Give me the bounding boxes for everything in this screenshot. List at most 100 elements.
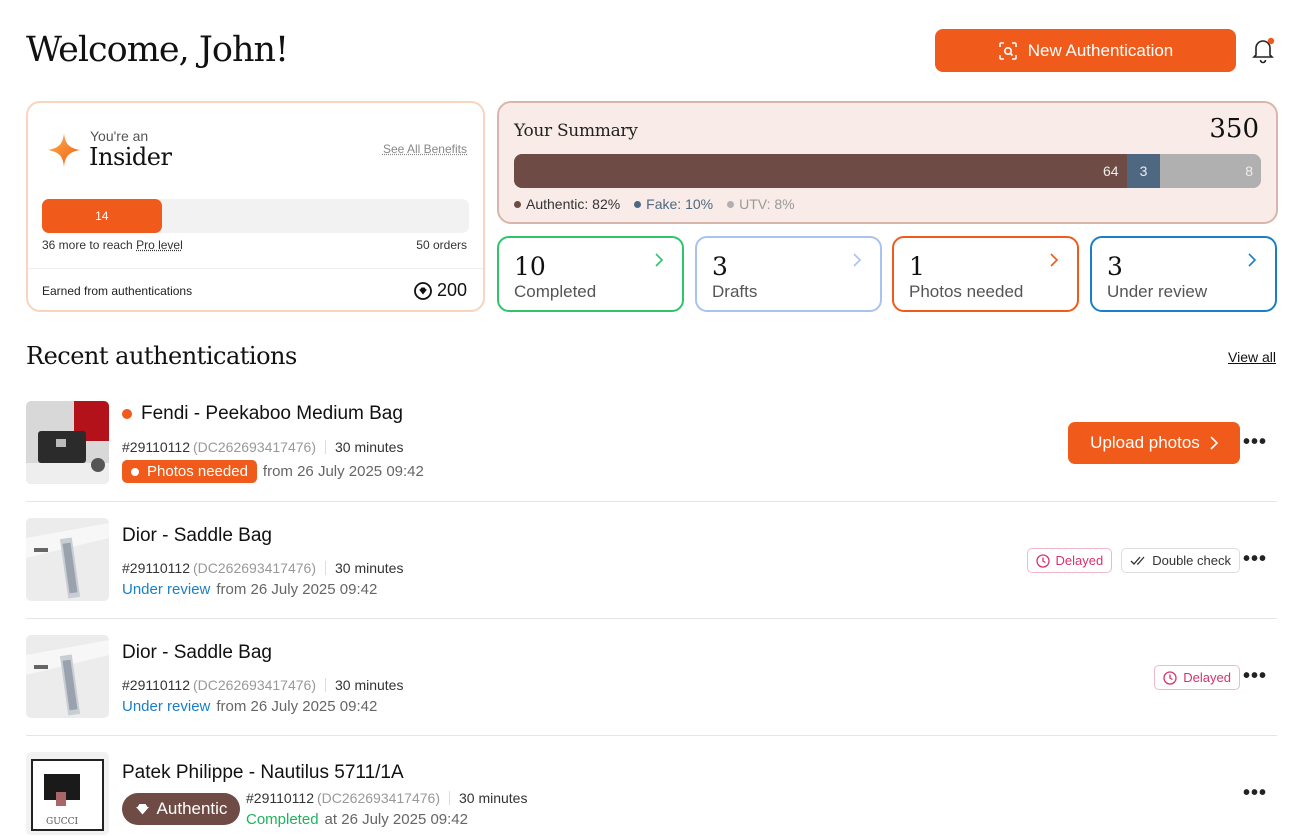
summary-legend: Authentic: 82% Fake: 10% UTV: 8%: [514, 196, 795, 212]
dc-code: (DC262693417476): [317, 790, 440, 806]
product-thumbnail: GUCCI: [26, 752, 109, 835]
status-text[interactable]: Under review: [122, 581, 210, 598]
product-name-text: Patek Philippe - Nautilus 5711/1A: [122, 762, 404, 783]
fake-segment: 3: [1126, 154, 1161, 188]
stat-number: 3: [712, 252, 728, 281]
status-line: Completed at 26 July 2025 09:42: [246, 811, 468, 828]
summary-label: Your Summary: [514, 121, 638, 141]
new-authentication-label: New Authentication: [1027, 40, 1174, 60]
elapsed-time: 30 minutes: [458, 790, 528, 806]
orders-target: 50 orders: [416, 238, 467, 252]
list-item[interactable]: Dior - Saddle Bag #29110112 (DC2626934174…: [26, 518, 1277, 619]
sparkle-icon: [48, 133, 80, 167]
elapsed-time: 30 minutes: [334, 439, 404, 455]
elapsed-time: 30 minutes: [334, 560, 404, 576]
order-meta: #29110112 (DC262693417476) 30 minutes: [122, 677, 403, 693]
legend-authentic: Authentic: 82%: [514, 196, 620, 212]
row-tags: Delayed Double check: [1026, 548, 1240, 573]
stat-label: Photos needed: [909, 282, 1024, 301]
reach-text: 36 more to reach Pro level: [42, 238, 183, 252]
legend-utv: UTV: 8%: [727, 196, 795, 212]
insider-prefix: You're an: [90, 128, 149, 144]
more-options-button[interactable]: •••: [1243, 431, 1267, 454]
points-value: 200: [436, 280, 467, 300]
row-divider: [26, 735, 1277, 736]
product-thumbnail: [26, 635, 109, 718]
stat-number: 10: [514, 252, 546, 281]
see-all-benefits-link[interactable]: See All Benefits: [383, 142, 467, 156]
dc-code: (DC262693417476): [193, 439, 316, 455]
product-thumbnail: [26, 518, 109, 601]
stat-label: Completed: [514, 282, 597, 301]
more-options-button[interactable]: •••: [1243, 782, 1267, 805]
status-date: from 26 July 2025 09:42: [216, 698, 378, 715]
list-item[interactable]: GUCCI Patek Philippe - Nautilus 5711/1A …: [26, 752, 1277, 836]
row-divider: [26, 501, 1277, 502]
status-text[interactable]: Completed: [246, 811, 319, 828]
row-tags: Delayed: [1154, 665, 1240, 690]
upload-photos-label: Upload photos: [1090, 433, 1200, 452]
chevron-right-icon: [1050, 253, 1059, 267]
list-item[interactable]: Fendi - Peekaboo Medium Bag #29110112 (DC…: [26, 401, 1277, 502]
stat-number: 1: [909, 252, 925, 281]
stat-photos-needed[interactable]: 1 Photos needed: [892, 236, 1079, 312]
upload-photos-button[interactable]: Upload photos: [1068, 422, 1240, 464]
authentic-segment: 64: [514, 154, 1127, 188]
row-divider: [26, 618, 1277, 619]
divider: [28, 268, 483, 269]
dc-code: (DC262693417476): [193, 560, 316, 576]
product-name: Dior - Saddle Bag: [122, 642, 272, 664]
status-text[interactable]: Under review: [122, 698, 210, 715]
dc-code: (DC262693417476): [193, 677, 316, 693]
legend-utv-label: UTV: 8%: [739, 196, 795, 212]
product-name: Dior - Saddle Bag: [122, 525, 272, 547]
stat-under-review[interactable]: 3 Under review: [1090, 236, 1277, 312]
double-check-label: Double check: [1152, 553, 1231, 568]
delayed-tag: Delayed: [1154, 665, 1240, 690]
bell-icon[interactable]: [1250, 36, 1276, 64]
delayed-label: Delayed: [1055, 553, 1104, 568]
svg-text:GUCCI: GUCCI: [46, 817, 79, 827]
product-name: Patek Philippe - Nautilus 5711/1A: [122, 762, 404, 784]
elapsed-time: 30 minutes: [334, 677, 404, 693]
legend-fake: Fake: 10%: [634, 196, 713, 212]
stat-label: Drafts: [712, 282, 758, 301]
clock-alert-icon: [1163, 670, 1177, 685]
chevron-right-icon: [1248, 253, 1257, 267]
stat-number: 3: [1107, 252, 1123, 281]
status-line: Photos needed from 26 July 2025 09:42: [122, 460, 424, 483]
pro-level-link[interactable]: Pro level: [136, 238, 183, 252]
more-options-button[interactable]: •••: [1243, 548, 1267, 571]
diamond-coin-icon: [414, 281, 432, 300]
insider-tier: Insider: [89, 143, 172, 171]
summary-total: 350: [1209, 114, 1259, 144]
product-name-text: Dior - Saddle Bag: [122, 642, 272, 663]
stat-completed[interactable]: 10 Completed: [497, 236, 684, 312]
order-meta: #29110112 (DC262693417476) 30 minutes: [122, 439, 403, 455]
authentic-badge: Authentic: [122, 793, 240, 825]
chevron-right-icon: [1210, 436, 1218, 450]
legend-fake-label: Fake: 10%: [646, 196, 714, 212]
utv-segment: 8: [1160, 154, 1261, 188]
view-all-link[interactable]: View all: [1228, 349, 1276, 365]
more-options-button[interactable]: •••: [1243, 665, 1267, 688]
status-line: Under review from 26 July 2025 09:42: [122, 698, 377, 715]
product-name-text: Dior - Saddle Bag: [122, 525, 272, 546]
legend-authentic-label: Authentic: 82%: [526, 196, 621, 212]
product-name-text: Fendi - Peekaboo Medium Bag: [141, 403, 403, 424]
list-item[interactable]: Dior - Saddle Bag #29110112 (DC2626934174…: [26, 635, 1277, 736]
delayed-label: Delayed: [1183, 670, 1231, 685]
new-authentication-button[interactable]: New Authentication: [935, 29, 1236, 72]
order-meta: #29110112 (DC262693417476) 30 minutes: [246, 790, 527, 806]
summary-card: Your Summary 350 64 3 8 Authentic: 82% F…: [497, 101, 1278, 224]
stat-drafts[interactable]: 3 Drafts: [695, 236, 882, 312]
recent-title: Recent authentications: [26, 342, 297, 370]
order-id: #29110112: [122, 677, 190, 693]
chevron-right-icon: [655, 253, 664, 267]
order-id: #29110112: [122, 439, 190, 455]
status-date: at 26 July 2025 09:42: [324, 811, 468, 828]
status-badge: Photos needed: [122, 460, 257, 483]
summary-bar: 64 3 8: [514, 154, 1261, 188]
insider-card: You're an Insider See All Benefits 14 36…: [26, 101, 485, 312]
status-badge-text: Photos needed: [147, 463, 248, 480]
